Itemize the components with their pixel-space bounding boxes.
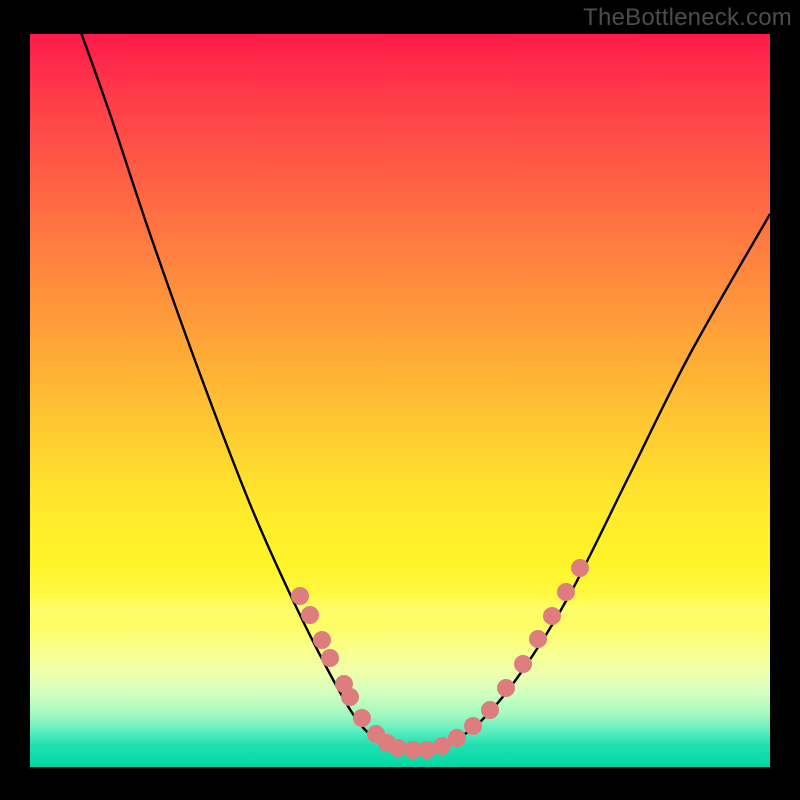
curve-dot [313,631,331,649]
curve-dot [481,701,499,719]
curve-dot [464,717,482,735]
bottleneck-curve [78,24,770,751]
curve-dots-left [291,587,422,759]
curve-dot [557,583,575,601]
curve-dot [291,587,309,605]
chart-frame: TheBottleneck.com [0,0,800,800]
curve-dots-right [418,559,589,759]
curve-dot [543,607,561,625]
curve-dot [301,606,319,624]
plot-area [30,34,770,767]
curve-dot [353,709,371,727]
curve-dot [341,688,359,706]
watermark-text: TheBottleneck.com [583,4,792,32]
curve-dot [321,649,339,667]
curve-dot [514,655,532,673]
curve-dot [529,630,547,648]
chart-svg [30,34,770,767]
curve-dot [571,559,589,577]
curve-dot [448,729,466,747]
curve-dot [497,679,515,697]
